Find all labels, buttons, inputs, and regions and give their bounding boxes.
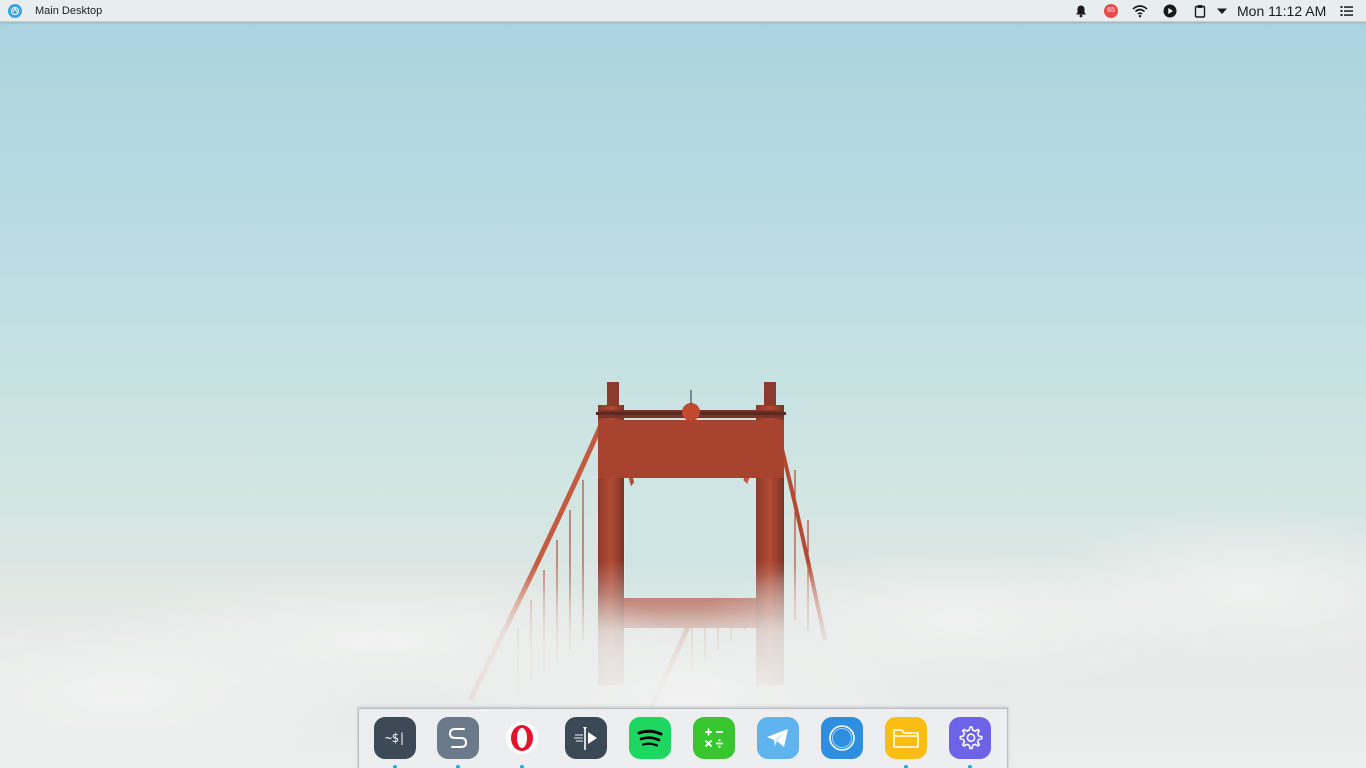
- dock-item-video-editor[interactable]: [565, 717, 607, 759]
- play-icon[interactable]: [1162, 3, 1178, 19]
- dock-item-terminal[interactable]: ~$|: [374, 717, 416, 759]
- video-editor-icon: [574, 727, 597, 750]
- telegram-icon: [767, 729, 788, 747]
- dock-item-blue-app[interactable]: [821, 717, 863, 759]
- dock: ~$|: [358, 708, 1008, 768]
- notification-count-badge: 65: [1104, 4, 1118, 18]
- circle-app-icon: [829, 725, 855, 751]
- clipboard-icon[interactable]: [1192, 3, 1208, 19]
- list-icon[interactable]: [1339, 3, 1355, 19]
- workspace-label[interactable]: Main Desktop: [35, 4, 102, 18]
- desktop-wallpaper: [0, 0, 1366, 768]
- wifi-icon[interactable]: [1131, 3, 1149, 19]
- dock-item-telegram[interactable]: [757, 717, 799, 759]
- dock-item-calculator[interactable]: [693, 717, 735, 759]
- notifications-indicator[interactable]: 65: [1103, 3, 1119, 19]
- calculator-icon: [704, 728, 723, 748]
- folder-icon: [893, 729, 919, 748]
- dock-item-files[interactable]: [885, 717, 927, 759]
- dock-item-simplenote[interactable]: [437, 717, 479, 759]
- clock[interactable]: Mon 11:12 AM: [1237, 3, 1326, 19]
- dock-item-spotify[interactable]: [629, 717, 671, 759]
- dock-item-opera[interactable]: [501, 717, 543, 759]
- spotify-icon: [637, 729, 663, 747]
- dock-item-settings[interactable]: [949, 717, 991, 759]
- simplenote-icon: [448, 728, 468, 748]
- launcher-icon[interactable]: [8, 4, 22, 18]
- gear-icon: [959, 726, 983, 750]
- terminal-icon: ~$|: [384, 731, 406, 745]
- caret-down-icon[interactable]: [1215, 3, 1229, 19]
- bell-icon[interactable]: [1073, 3, 1089, 19]
- top-panel: Main Desktop 65 Mon 11:12 AM: [0, 0, 1366, 22]
- opera-icon: [506, 722, 538, 754]
